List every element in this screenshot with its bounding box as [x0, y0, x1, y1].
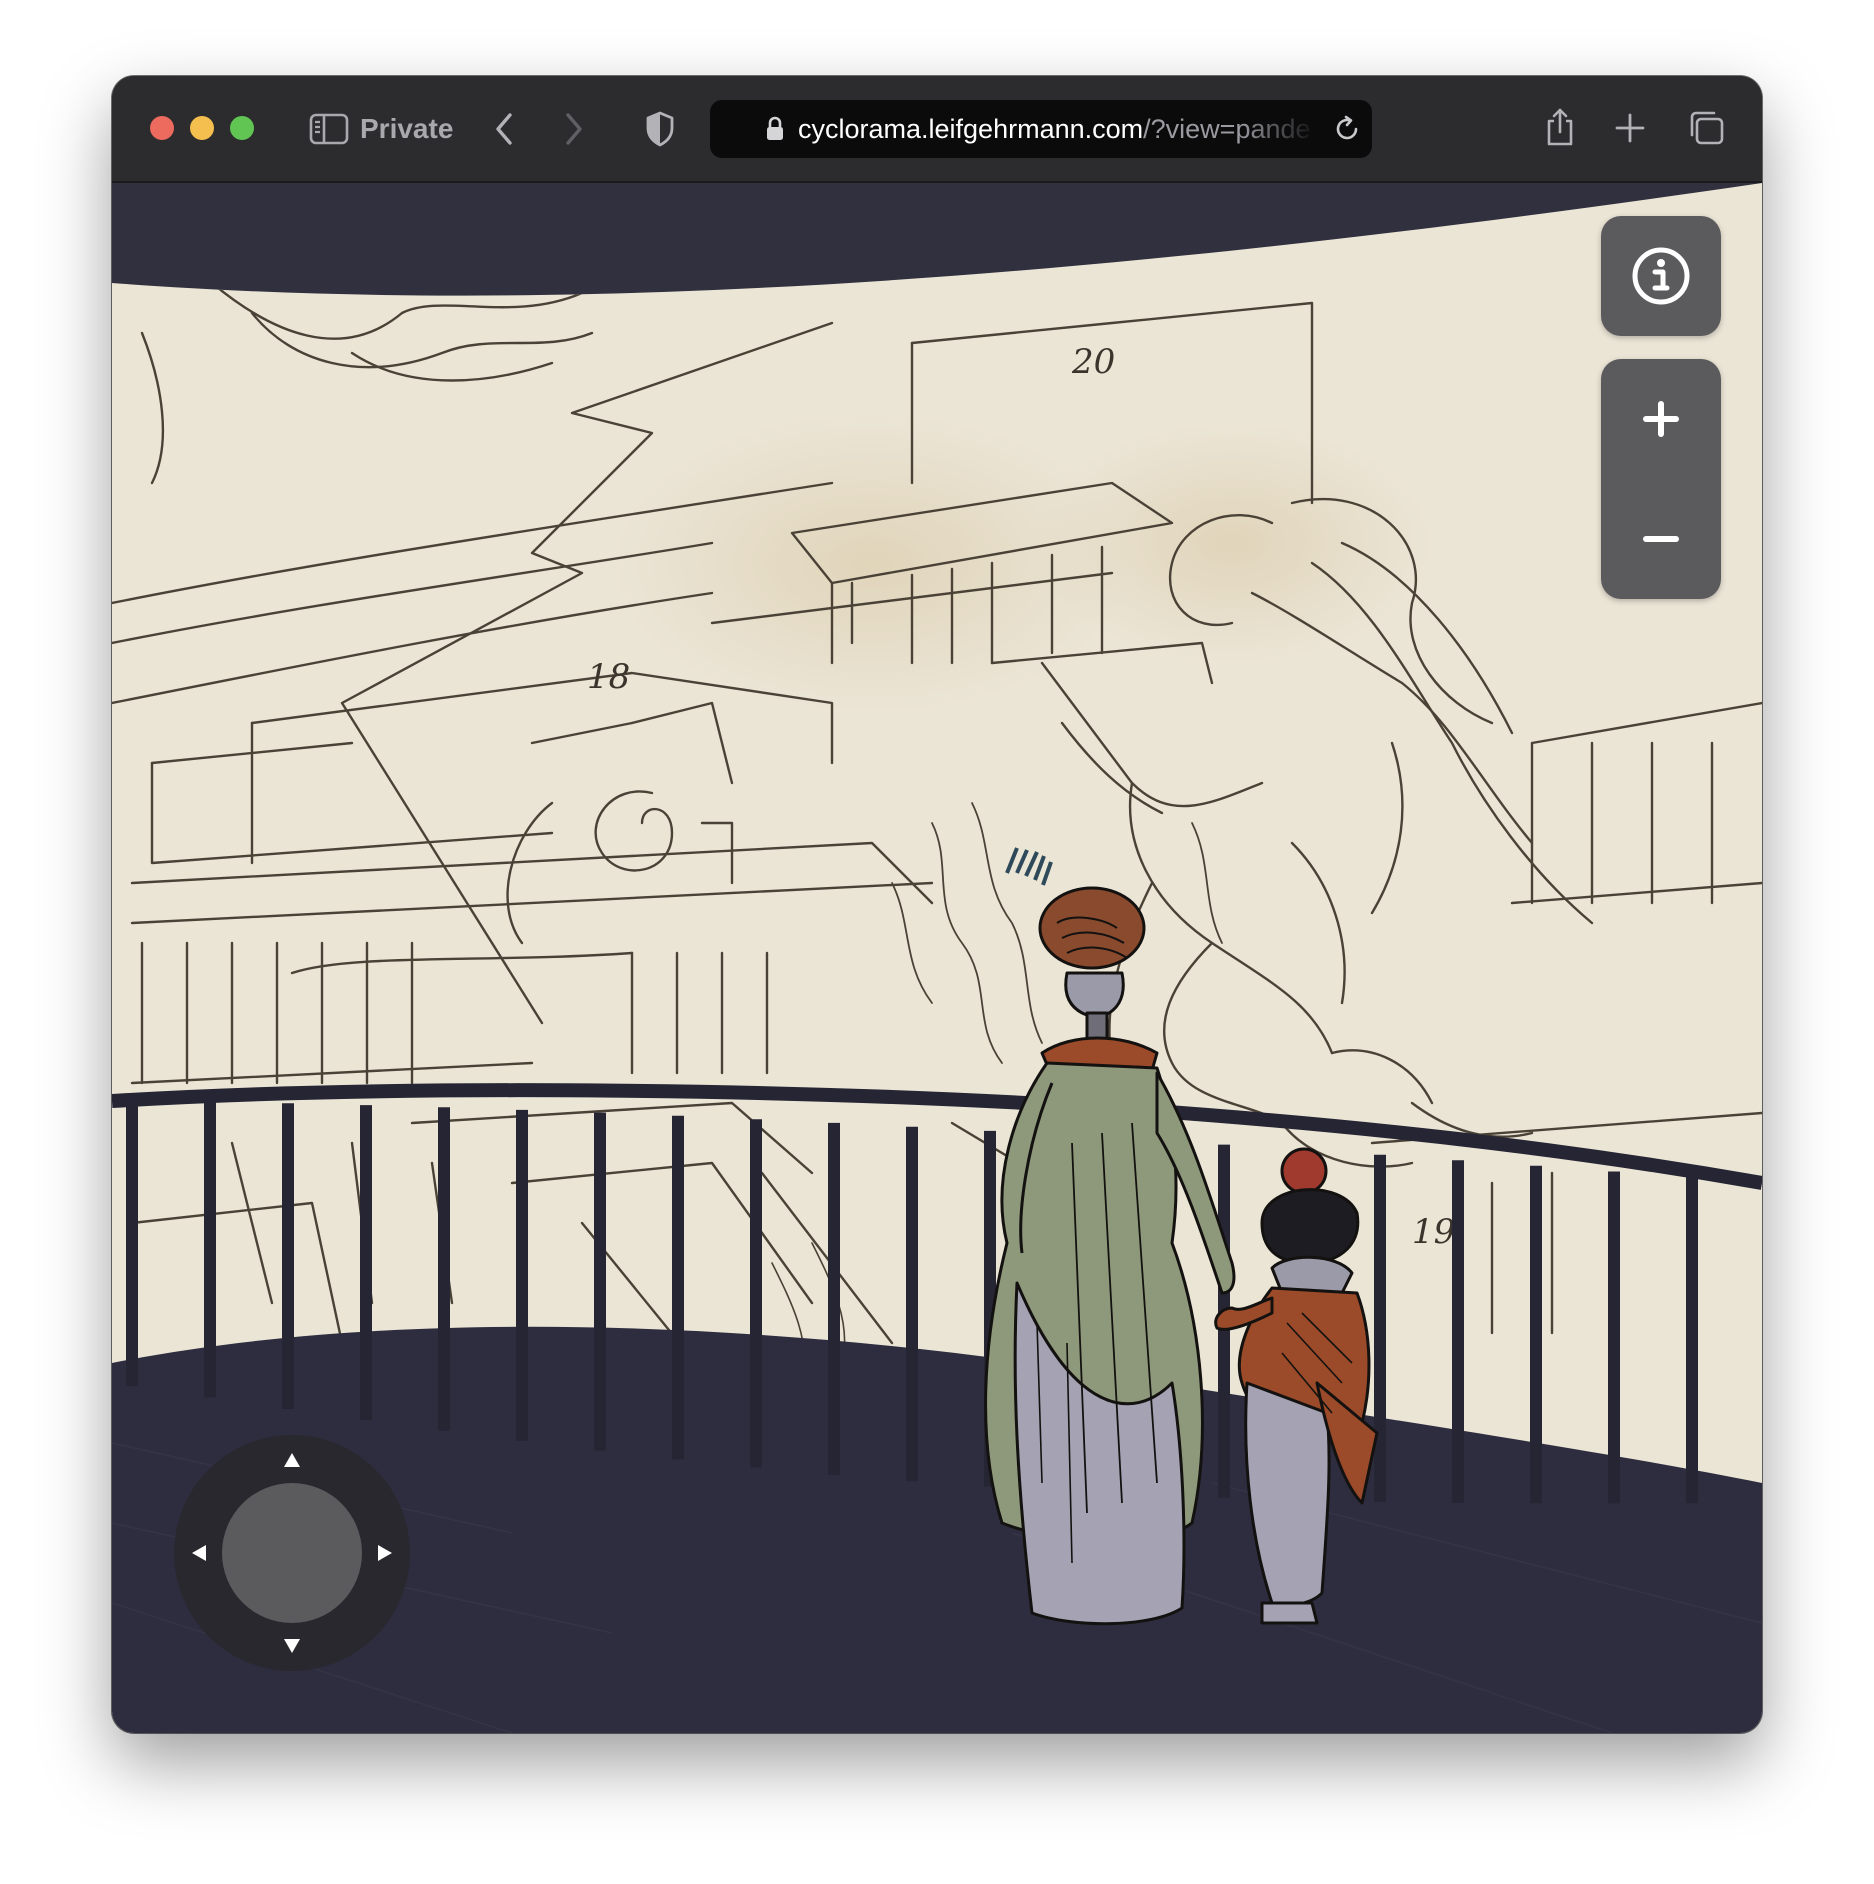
url-path: /?view=pande	[1143, 114, 1311, 144]
new-tab-button[interactable]	[1610, 106, 1650, 150]
figure-label-18: 18	[587, 657, 630, 697]
figure-label-20: 20	[1071, 342, 1115, 382]
joystick-graphic	[174, 1435, 410, 1671]
lock-icon	[767, 116, 783, 140]
forward-button[interactable]	[554, 106, 594, 152]
url-host: cyclorama.leifgehrmann.com	[798, 114, 1144, 144]
figure-label-19: 19	[1412, 1212, 1455, 1252]
cyclorama-viewport[interactable]: 20 18 19	[112, 183, 1762, 1733]
close-window-button[interactable]	[150, 116, 174, 140]
share-button[interactable]	[1540, 102, 1580, 152]
sidebar-icon	[309, 113, 349, 145]
browser-toolbar: Private cyclorama.leifgehrmann.com/?view…	[112, 76, 1762, 183]
tabs-icon	[1690, 111, 1724, 145]
tab-overview-button[interactable]	[1684, 106, 1728, 150]
plus-icon	[1643, 401, 1679, 437]
info-button[interactable]	[1601, 216, 1721, 336]
sidebar-toggle-button[interactable]	[308, 109, 350, 149]
address-bar[interactable]: cyclorama.leifgehrmann.com/?view=pande	[710, 100, 1372, 158]
reload-icon[interactable]	[1332, 114, 1362, 144]
share-icon	[1547, 108, 1573, 146]
chevron-left-icon	[496, 113, 512, 145]
url-text: cyclorama.leifgehrmann.com/?view=pande	[798, 100, 1318, 158]
zoom-out-button[interactable]	[1601, 479, 1721, 599]
back-button[interactable]	[484, 106, 524, 152]
privacy-report-button[interactable]	[640, 106, 680, 152]
browser-window: Private cyclorama.leifgehrmann.com/?view…	[112, 76, 1762, 1733]
chevron-right-icon	[566, 113, 582, 145]
zoom-in-button[interactable]	[1601, 359, 1721, 479]
minimize-window-button[interactable]	[190, 116, 214, 140]
navigation-joystick[interactable]	[172, 1433, 412, 1673]
private-mode-label: Private	[360, 113, 454, 144]
zoom-control	[1601, 359, 1721, 599]
minus-icon	[1643, 536, 1679, 542]
plus-icon	[1615, 113, 1645, 143]
shield-icon	[646, 111, 674, 147]
info-icon	[1632, 247, 1690, 305]
zoom-window-button[interactable]	[230, 116, 254, 140]
